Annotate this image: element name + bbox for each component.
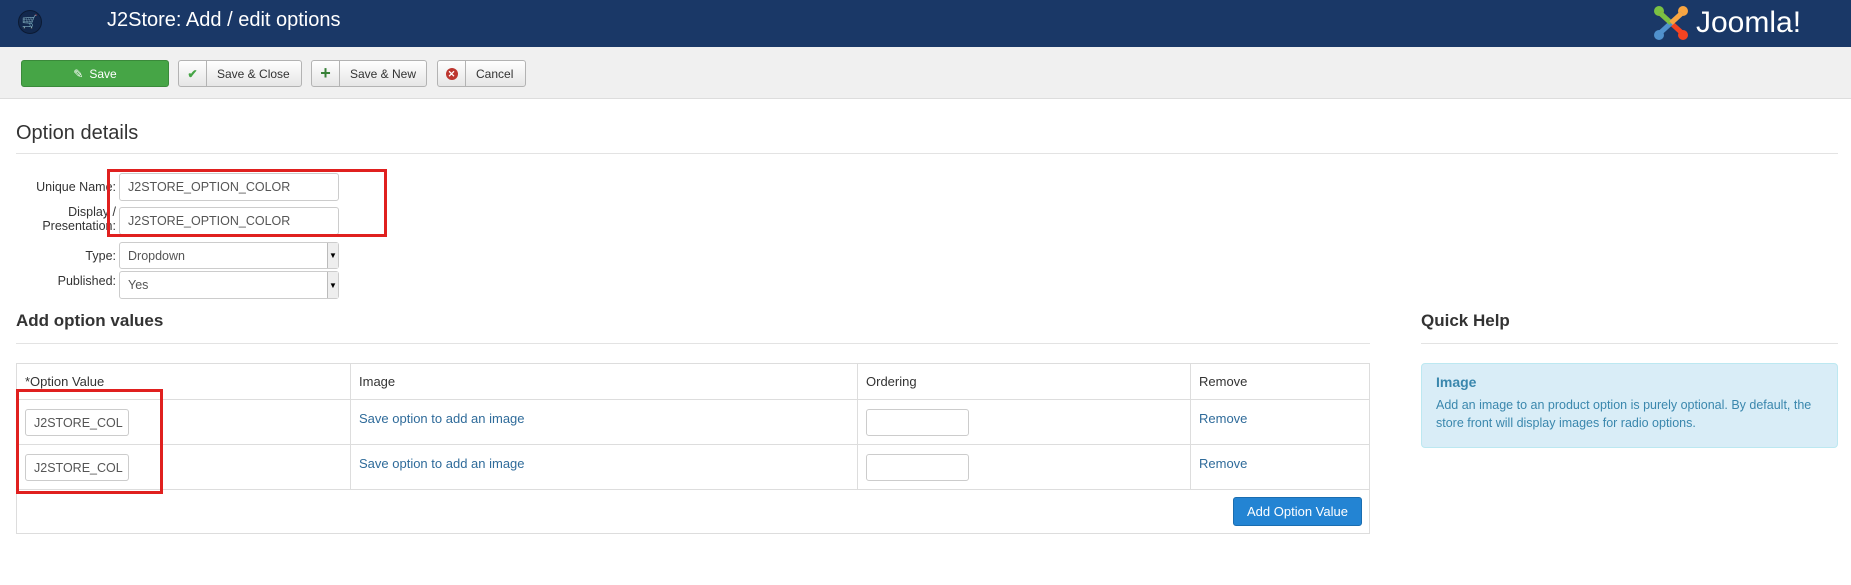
save-close-button[interactable]: ✔ Save & Close — [178, 60, 302, 87]
divider — [16, 343, 1370, 344]
joomla-logo: Joomla! — [1652, 4, 1801, 42]
quick-help-heading: Quick Help — [1421, 311, 1510, 330]
table-row: J2STORE_COL Save option to add an image … — [16, 399, 1370, 445]
ordering-input[interactable] — [866, 454, 969, 481]
type-label: Type: — [85, 249, 116, 263]
page-title: J2Store: Add / edit options — [107, 9, 341, 31]
header-bar: 🛒 J2Store: Add / edit options Joomla! — [0, 0, 1851, 47]
column-image: Image — [350, 363, 858, 400]
help-title: Image — [1436, 374, 1477, 390]
cancel-button[interactable]: ✕ Cancel — [437, 60, 526, 87]
cancel-icon: ✕ — [438, 61, 466, 86]
add-image-link[interactable]: Save option to add an image — [359, 411, 525, 426]
help-box: Image Add an image to an product option … — [1421, 363, 1838, 448]
table-row: J2STORE_COL Save option to add an image … — [16, 444, 1370, 490]
highlight-box — [16, 389, 163, 494]
ordering-input[interactable] — [866, 409, 969, 436]
save-button[interactable]: ✎ Save — [21, 60, 169, 87]
unique-name-label: Unique Name: — [36, 180, 116, 194]
save-new-button[interactable]: + Save & New — [311, 60, 427, 87]
chevron-down-icon: ▼ — [327, 272, 338, 298]
option-values-table: *Option Value Image Ordering Remove J2ST… — [16, 363, 1370, 534]
add-option-values-heading: Add option values — [16, 311, 164, 330]
chevron-down-icon: ▼ — [327, 243, 338, 268]
remove-link[interactable]: Remove — [1199, 456, 1247, 471]
column-remove: Remove — [1190, 363, 1370, 400]
help-text: Add an image to an product option is pur… — [1436, 398, 1812, 430]
divider — [16, 153, 1838, 154]
column-ordering: Ordering — [857, 363, 1191, 400]
plus-icon: + — [312, 61, 340, 86]
highlight-box — [107, 169, 387, 237]
check-icon: ✔ — [179, 61, 207, 86]
joomla-logo-icon — [1654, 6, 1688, 40]
published-select[interactable]: Yes ▼ — [119, 271, 339, 299]
remove-link[interactable]: Remove — [1199, 411, 1247, 426]
table-header: *Option Value Image Ordering Remove — [16, 363, 1370, 400]
cart-icon: 🛒 — [18, 10, 42, 34]
published-label: Published: — [57, 274, 116, 288]
divider — [1421, 343, 1838, 344]
add-option-value-button[interactable]: Add Option Value — [1233, 497, 1362, 526]
type-select[interactable]: Dropdown ▼ — [119, 242, 339, 269]
option-details-heading: Option details — [16, 122, 139, 144]
add-image-link[interactable]: Save option to add an image — [359, 456, 525, 471]
edit-icon: ✎ — [73, 66, 84, 81]
display-label: Display / Presentation: — [42, 205, 116, 233]
